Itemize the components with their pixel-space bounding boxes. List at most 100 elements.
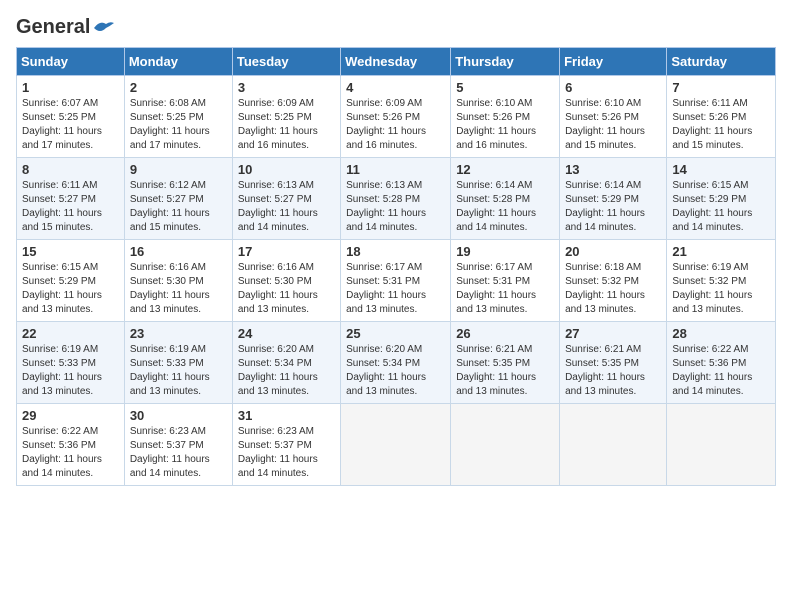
calendar-cell: 13 Sunrise: 6:14 AMSunset: 5:29 PMDayligh…: [560, 158, 667, 240]
logo: General: [16, 16, 114, 35]
day-info: Sunrise: 6:17 AMSunset: 5:31 PMDaylight:…: [456, 261, 554, 317]
calendar-cell: 20 Sunrise: 6:18 AMSunset: 5:32 PMDayligh…: [560, 240, 667, 322]
day-number: 11: [346, 162, 445, 177]
day-number: 6: [565, 80, 661, 95]
day-number: 7: [672, 80, 770, 95]
calendar-cell: 10Sunrise: 6:13 AMSunset: 5:27 PMDayligh…: [232, 158, 340, 240]
calendar-table: SundayMondayTuesdayWednesdayThursdayFrid…: [16, 47, 776, 486]
calendar-cell: 2 Sunrise: 6:08 AMSunset: 5:25 PMDaylight…: [124, 76, 232, 158]
day-number: 14: [672, 162, 770, 177]
calendar-header-friday: Friday: [560, 48, 667, 76]
day-number: 10: [238, 162, 335, 177]
day-number: 29: [22, 408, 119, 423]
day-number: 2: [130, 80, 227, 95]
day-info: Sunrise: 6:19 AMSunset: 5:32 PMDaylight:…: [672, 261, 770, 317]
day-info: Sunrise: 6:15 AMSunset: 5:29 PMDaylight:…: [672, 179, 770, 235]
calendar-header-wednesday: Wednesday: [341, 48, 451, 76]
day-info: Sunrise: 6:10 AMSunset: 5:26 PMDaylight:…: [565, 97, 661, 153]
calendar-cell: 8 Sunrise: 6:11 AMSunset: 5:27 PMDaylight…: [17, 158, 125, 240]
day-number: 4: [346, 80, 445, 95]
calendar-header-saturday: Saturday: [667, 48, 776, 76]
day-info: Sunrise: 6:11 AMSunset: 5:26 PMDaylight:…: [672, 97, 770, 153]
calendar-cell: 5Sunrise: 6:10 AMSunset: 5:26 PMDaylight…: [451, 76, 560, 158]
day-number: 31: [238, 408, 335, 423]
calendar-cell: 11 Sunrise: 6:13 AMSunset: 5:28 PMDayligh…: [341, 158, 451, 240]
day-info: Sunrise: 6:09 AMSunset: 5:25 PMDaylight:…: [238, 97, 335, 153]
day-number: 1: [22, 80, 119, 95]
day-number: 26: [456, 326, 554, 341]
day-number: 19: [456, 244, 554, 259]
day-number: 9: [130, 162, 227, 177]
day-info: Sunrise: 6:11 AMSunset: 5:27 PMDaylight:…: [22, 179, 119, 235]
calendar-cell: [341, 404, 451, 486]
calendar-cell: 24 Sunrise: 6:20 AMSunset: 5:34 PMDayligh…: [232, 322, 340, 404]
day-number: 30: [130, 408, 227, 423]
calendar-cell: 21 Sunrise: 6:19 AMSunset: 5:32 PMDayligh…: [667, 240, 776, 322]
calendar-week-3: 15Sunrise: 6:15 AMSunset: 5:29 PMDayligh…: [17, 240, 776, 322]
day-info: Sunrise: 6:22 AMSunset: 5:36 PMDaylight:…: [672, 343, 770, 399]
calendar-week-4: 22Sunrise: 6:19 AMSunset: 5:33 PMDayligh…: [17, 322, 776, 404]
calendar-cell: 23 Sunrise: 6:19 AMSunset: 5:33 PMDayligh…: [124, 322, 232, 404]
calendar-cell: [560, 404, 667, 486]
page-header: General: [16, 16, 776, 35]
day-info: Sunrise: 6:14 AMSunset: 5:29 PMDaylight:…: [565, 179, 661, 235]
day-number: 5: [456, 80, 554, 95]
calendar-cell: 1 Sunrise: 6:07 AMSunset: 5:25 PMDaylight…: [17, 76, 125, 158]
day-info: Sunrise: 6:18 AMSunset: 5:32 PMDaylight:…: [565, 261, 661, 317]
calendar-cell: 22Sunrise: 6:19 AMSunset: 5:33 PMDayligh…: [17, 322, 125, 404]
calendar-cell: 30 Sunrise: 6:23 AMSunset: 5:37 PMDayligh…: [124, 404, 232, 486]
day-info: Sunrise: 6:14 AMSunset: 5:28 PMDaylight:…: [456, 179, 554, 235]
day-number: 23: [130, 326, 227, 341]
day-info: Sunrise: 6:22 AMSunset: 5:36 PMDaylight:…: [22, 425, 119, 481]
day-info: Sunrise: 6:21 AMSunset: 5:35 PMDaylight:…: [456, 343, 554, 399]
calendar-cell: 6 Sunrise: 6:10 AMSunset: 5:26 PMDaylight…: [560, 76, 667, 158]
day-info: Sunrise: 6:19 AMSunset: 5:33 PMDaylight:…: [130, 343, 227, 399]
day-info: Sunrise: 6:23 AMSunset: 5:37 PMDaylight:…: [130, 425, 227, 481]
calendar-cell: 19 Sunrise: 6:17 AMSunset: 5:31 PMDayligh…: [451, 240, 560, 322]
calendar-week-5: 29 Sunrise: 6:22 AMSunset: 5:36 PMDayligh…: [17, 404, 776, 486]
day-info: Sunrise: 6:16 AMSunset: 5:30 PMDaylight:…: [130, 261, 227, 317]
day-info: Sunrise: 6:23 AMSunset: 5:37 PMDaylight:…: [238, 425, 335, 481]
day-info: Sunrise: 6:19 AMSunset: 5:33 PMDaylight:…: [22, 343, 119, 399]
day-number: 3: [238, 80, 335, 95]
logo-bird-icon: [92, 20, 114, 36]
calendar-week-1: 1 Sunrise: 6:07 AMSunset: 5:25 PMDaylight…: [17, 76, 776, 158]
calendar-cell: [667, 404, 776, 486]
calendar-header-row: SundayMondayTuesdayWednesdayThursdayFrid…: [17, 48, 776, 76]
day-info: Sunrise: 6:15 AMSunset: 5:29 PMDaylight:…: [22, 261, 119, 317]
calendar-cell: 31 Sunrise: 6:23 AMSunset: 5:37 PMDayligh…: [232, 404, 340, 486]
day-info: Sunrise: 6:09 AMSunset: 5:26 PMDaylight:…: [346, 97, 445, 153]
calendar-cell: 26 Sunrise: 6:21 AMSunset: 5:35 PMDayligh…: [451, 322, 560, 404]
calendar-cell: 28Sunrise: 6:22 AMSunset: 5:36 PMDayligh…: [667, 322, 776, 404]
day-number: 13: [565, 162, 661, 177]
day-info: Sunrise: 6:16 AMSunset: 5:30 PMDaylight:…: [238, 261, 335, 317]
calendar-cell: 4 Sunrise: 6:09 AMSunset: 5:26 PMDaylight…: [341, 76, 451, 158]
calendar-header-monday: Monday: [124, 48, 232, 76]
day-number: 24: [238, 326, 335, 341]
day-number: 21: [672, 244, 770, 259]
calendar-cell: 14 Sunrise: 6:15 AMSunset: 5:29 PMDayligh…: [667, 158, 776, 240]
calendar-week-2: 8 Sunrise: 6:11 AMSunset: 5:27 PMDaylight…: [17, 158, 776, 240]
day-number: 25: [346, 326, 445, 341]
day-info: Sunrise: 6:13 AMSunset: 5:28 PMDaylight:…: [346, 179, 445, 235]
calendar-cell: 15Sunrise: 6:15 AMSunset: 5:29 PMDayligh…: [17, 240, 125, 322]
day-number: 12: [456, 162, 554, 177]
calendar-header-thursday: Thursday: [451, 48, 560, 76]
day-info: Sunrise: 6:21 AMSunset: 5:35 PMDaylight:…: [565, 343, 661, 399]
day-info: Sunrise: 6:20 AMSunset: 5:34 PMDaylight:…: [238, 343, 335, 399]
day-number: 8: [22, 162, 119, 177]
calendar-cell: 27 Sunrise: 6:21 AMSunset: 5:35 PMDayligh…: [560, 322, 667, 404]
day-info: Sunrise: 6:08 AMSunset: 5:25 PMDaylight:…: [130, 97, 227, 153]
day-number: 27: [565, 326, 661, 341]
calendar-cell: [451, 404, 560, 486]
day-info: Sunrise: 6:07 AMSunset: 5:25 PMDaylight:…: [22, 97, 119, 153]
day-info: Sunrise: 6:17 AMSunset: 5:31 PMDaylight:…: [346, 261, 445, 317]
day-number: 18: [346, 244, 445, 259]
calendar-cell: 17 Sunrise: 6:16 AMSunset: 5:30 PMDayligh…: [232, 240, 340, 322]
day-number: 17: [238, 244, 335, 259]
day-number: 20: [565, 244, 661, 259]
calendar-cell: 7 Sunrise: 6:11 AMSunset: 5:26 PMDaylight…: [667, 76, 776, 158]
day-info: Sunrise: 6:12 AMSunset: 5:27 PMDaylight:…: [130, 179, 227, 235]
calendar-cell: 3 Sunrise: 6:09 AMSunset: 5:25 PMDaylight…: [232, 76, 340, 158]
calendar-header-tuesday: Tuesday: [232, 48, 340, 76]
